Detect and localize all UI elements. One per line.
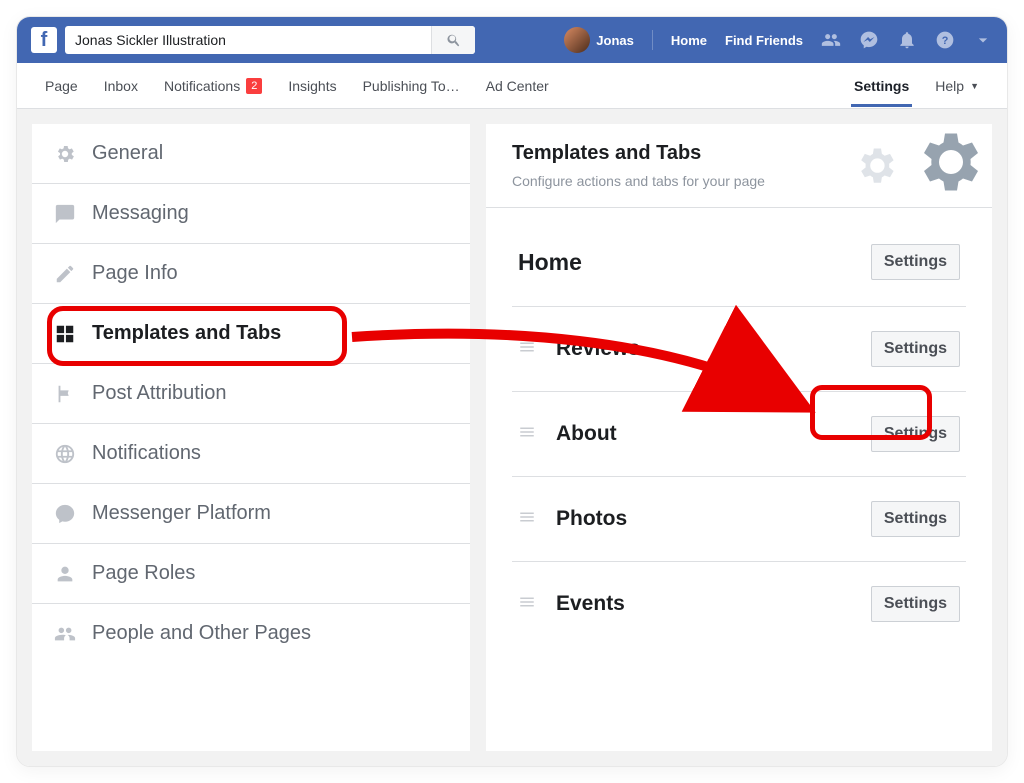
nav-home[interactable]: Home [671, 33, 707, 48]
drag-handle-icon[interactable] [518, 593, 536, 616]
person-icon [54, 563, 76, 585]
drag-handle-icon[interactable] [518, 338, 536, 361]
tab-settings-button[interactable]: Settings [871, 244, 960, 280]
messenger-icon [54, 503, 76, 525]
tab-name: About [556, 422, 851, 446]
content: General Messaging Page Info Templates an… [17, 109, 1007, 766]
tab-row-home: Home Settings [512, 218, 966, 307]
sidebar-item-general[interactable]: General [32, 124, 470, 184]
people-icon [54, 623, 76, 645]
gears-illustration-icon [824, 124, 992, 208]
help-icon[interactable]: ? [935, 30, 955, 50]
flag-icon [54, 383, 76, 405]
tab-name: Reviews [556, 337, 851, 361]
tab-publishing-tools[interactable]: Publishing To… [363, 78, 460, 94]
tab-name: Photos [556, 507, 851, 531]
tab-row-reviews: Reviews Settings [512, 307, 966, 392]
topbar: f Jonas Home Find Friends [17, 17, 1007, 63]
settings-sidebar: General Messaging Page Info Templates an… [31, 123, 471, 752]
sidebar-item-label: Page Roles [92, 562, 195, 585]
tabs-list: Home Settings Reviews Settings About Set… [486, 208, 992, 656]
user-profile-link[interactable]: Jonas [564, 27, 634, 53]
drag-handle-icon[interactable] [518, 508, 536, 531]
globe-icon [54, 443, 76, 465]
svg-text:?: ? [942, 35, 949, 47]
sidebar-item-label: General [92, 142, 163, 165]
tab-settings-button[interactable]: Settings [871, 586, 960, 622]
sidebar-item-label: Notifications [92, 442, 201, 465]
search-button[interactable] [431, 26, 475, 54]
pencil-icon [54, 263, 76, 285]
sidebar-item-templates-tabs[interactable]: Templates and Tabs [32, 304, 470, 364]
tab-row-events: Events Settings [512, 562, 966, 646]
page-admin-nav: Page Inbox Notifications 2 Insights Publ… [17, 63, 1007, 109]
sidebar-item-label: People and Other Pages [92, 622, 311, 645]
tab-row-about: About Settings [512, 392, 966, 477]
messenger-icon[interactable] [859, 30, 879, 50]
tab-help[interactable]: Help ▼ [935, 78, 979, 94]
gear-icon [54, 143, 76, 165]
search-icon [446, 32, 462, 48]
tab-page[interactable]: Page [45, 78, 78, 94]
tab-ad-center[interactable]: Ad Center [486, 78, 549, 94]
tab-notifications[interactable]: Notifications 2 [164, 78, 262, 94]
settings-panel: Templates and Tabs Configure actions and… [485, 123, 993, 752]
app-shell: f Jonas Home Find Friends [16, 16, 1008, 767]
avatar [564, 27, 590, 53]
sidebar-item-label: Messaging [92, 202, 189, 225]
user-name: Jonas [596, 33, 634, 48]
panel-header: Templates and Tabs Configure actions and… [486, 124, 992, 208]
sidebar-item-page-roles[interactable]: Page Roles [32, 544, 470, 604]
notifications-badge: 2 [246, 78, 262, 94]
sidebar-item-label: Messenger Platform [92, 502, 271, 525]
tab-settings-button[interactable]: Settings [871, 331, 960, 367]
sidebar-item-label: Templates and Tabs [92, 322, 281, 345]
sidebar-item-people-other-pages[interactable]: People and Other Pages [32, 604, 470, 663]
tab-settings-button[interactable]: Settings [871, 501, 960, 537]
grid-icon [54, 323, 76, 345]
topbar-links: Jonas Home Find Friends ? [564, 27, 993, 53]
tab-name: Home [518, 249, 871, 276]
sidebar-item-post-attribution[interactable]: Post Attribution [32, 364, 470, 424]
sidebar-item-messenger-platform[interactable]: Messenger Platform [32, 484, 470, 544]
sidebar-item-label: Page Info [92, 262, 178, 285]
dropdown-caret-icon[interactable] [973, 30, 993, 50]
tab-name: Events [556, 592, 851, 616]
drag-handle-icon[interactable] [518, 423, 536, 446]
nav-find-friends[interactable]: Find Friends [725, 33, 803, 48]
chat-icon [54, 203, 76, 225]
tab-settings-button[interactable]: Settings [871, 416, 960, 452]
facebook-logo-icon[interactable]: f [31, 27, 57, 53]
tab-inbox[interactable]: Inbox [104, 78, 138, 94]
tab-insights[interactable]: Insights [288, 78, 336, 94]
sidebar-item-messaging[interactable]: Messaging [32, 184, 470, 244]
divider [652, 30, 653, 50]
search-box [65, 26, 475, 54]
search-input[interactable] [65, 32, 431, 48]
tab-row-photos: Photos Settings [512, 477, 966, 562]
sidebar-item-page-info[interactable]: Page Info [32, 244, 470, 304]
sidebar-item-label: Post Attribution [92, 382, 227, 405]
notifications-icon[interactable] [897, 30, 917, 50]
sidebar-item-notifications[interactable]: Notifications [32, 424, 470, 484]
tab-settings[interactable]: Settings [854, 78, 909, 94]
friend-requests-icon[interactable] [821, 30, 841, 50]
